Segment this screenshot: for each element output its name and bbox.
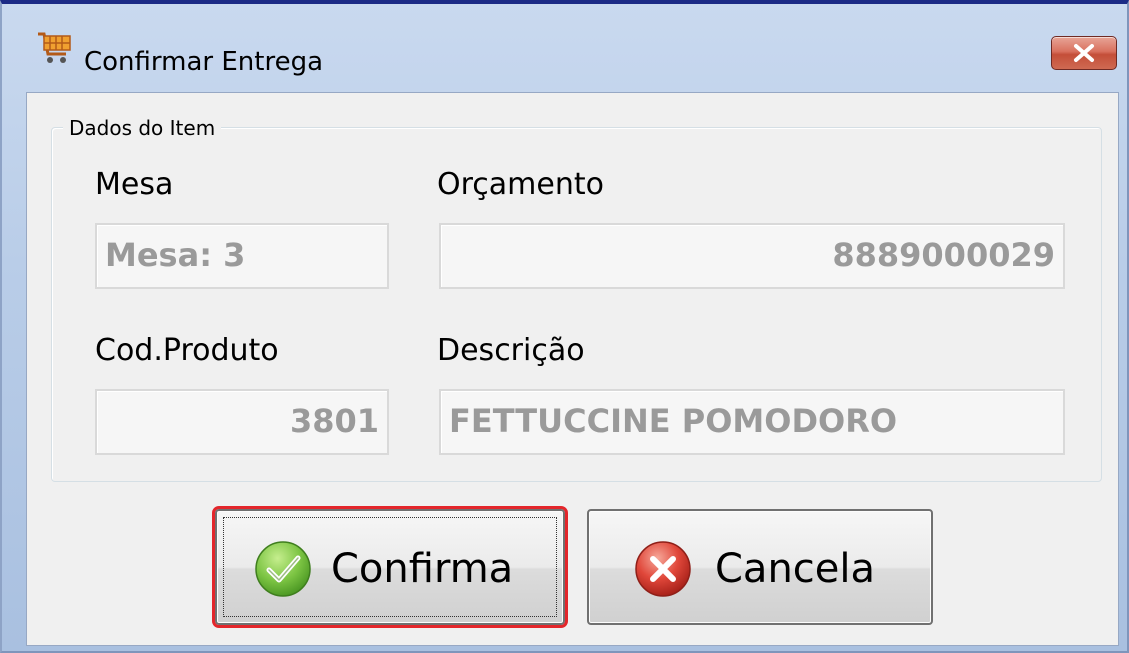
orcamento-field[interactable]: 8889000029 (439, 223, 1065, 289)
x-circle-icon (633, 539, 693, 599)
confirma-label: Confirma (331, 546, 514, 592)
mesa-label: Mesa (95, 167, 174, 202)
dialog-client-area: Dados do Item Mesa Mesa: 3 Orçamento 888… (26, 92, 1119, 646)
shopping-cart-icon (34, 28, 74, 68)
descricao-label: Descrição (437, 333, 585, 368)
mesa-field[interactable]: Mesa: 3 (95, 223, 389, 289)
dialog-window: Confirmar Entrega Dados do Item Mesa Mes… (0, 0, 1129, 653)
confirma-button[interactable]: Confirma (212, 506, 568, 628)
close-button[interactable] (1051, 36, 1117, 70)
cancela-button[interactable]: Cancela (587, 509, 933, 625)
cod-produto-label: Cod.Produto (95, 333, 279, 368)
group-legend: Dados do Item (63, 113, 222, 143)
check-icon (253, 539, 313, 599)
close-icon (1074, 44, 1094, 62)
title-bar[interactable]: Confirmar Entrega (2, 4, 1127, 92)
descricao-field[interactable]: FETTUCCINE POMODORO (439, 389, 1065, 455)
cancela-label: Cancela (715, 546, 876, 592)
cod-produto-field[interactable]: 3801 (95, 389, 389, 455)
window-title: Confirmar Entrega (84, 47, 324, 77)
orcamento-label: Orçamento (437, 167, 604, 202)
